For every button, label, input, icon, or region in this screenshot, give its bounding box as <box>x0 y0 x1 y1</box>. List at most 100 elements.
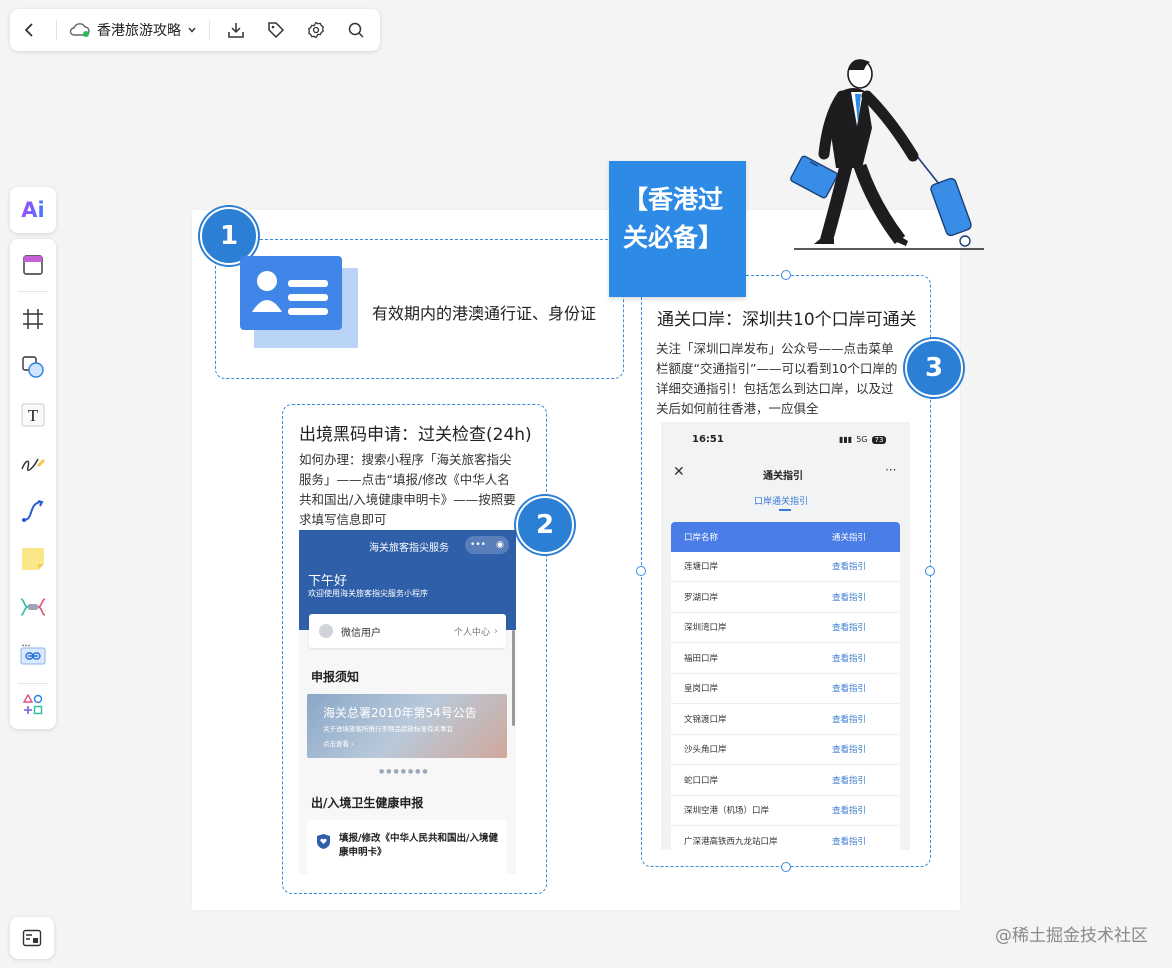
link-card-tool[interactable] <box>10 635 56 675</box>
table-row: 蛇口口岸 查看指引 <box>671 765 900 796</box>
minimap-icon <box>22 929 42 947</box>
ai-label: Ai <box>21 198 45 222</box>
view-guide-link[interactable]: 查看指引 <box>832 743 866 755</box>
top-toolbar: 香港旅游攻略 <box>10 9 380 51</box>
network-label: 5G <box>856 435 868 444</box>
view-guide-link[interactable]: 查看指引 <box>832 713 866 725</box>
search-icon <box>348 22 364 38</box>
pen-icon <box>21 458 45 471</box>
health-declaration-title: 出/入境卫生健康申报 <box>311 796 424 810</box>
customs-app-screenshot: 海关旅客指尖服务 ••• ◉ 下午好 欢迎使用海关旅客指尖服务小程序 微信用户 个… <box>299 530 516 874</box>
sticky-note-icon <box>22 548 44 570</box>
tab-indicator <box>779 509 791 511</box>
watermark: @稀土掘金技术社区 <box>995 926 1148 946</box>
banner-title-card[interactable]: 【香港过关必备】 <box>609 161 746 297</box>
table-row: 沙头角口岸 查看指引 <box>671 735 900 765</box>
link-card-icon <box>20 644 46 665</box>
tag-button[interactable] <box>256 9 296 51</box>
port-name: 莲塘口岸 <box>684 562 719 573</box>
view-guide-link[interactable]: 查看指引 <box>832 591 866 603</box>
user-card: 微信用户 个人中心 › <box>309 614 506 648</box>
more-shapes-tool[interactable] <box>10 685 56 725</box>
divider <box>18 291 48 292</box>
text-tool[interactable]: T <box>10 395 56 435</box>
resize-handle-top[interactable] <box>781 270 791 280</box>
resize-handle-right[interactable] <box>925 566 935 576</box>
signal-icon: ▮▮▮ <box>839 435 853 444</box>
text-icon: T <box>21 403 45 427</box>
battery-icon: 73 <box>871 435 887 444</box>
frame-icon <box>23 309 43 329</box>
port-name: 蛇口口岸 <box>684 775 719 786</box>
download-button[interactable] <box>216 9 256 51</box>
ports-table: 口岸名称 通关指引 莲塘口岸 查看指引 罗湖口岸 查看指引 深圳湾口岸 查看指引 福田口岸查… <box>671 522 900 850</box>
view-guide-link[interactable]: 查看指引 <box>832 774 866 786</box>
back-button[interactable] <box>10 9 50 51</box>
table-header: 口岸名称 通关指引 <box>671 522 900 552</box>
mindmap-tool[interactable] <box>10 587 56 627</box>
section-3-body: 关注「深圳口岸发布」公众号——点击菜单栏额度“交通指引”——可以看到10个口岸的… <box>656 341 898 416</box>
connector-tool[interactable] <box>10 491 56 531</box>
section-2-heading: 出境黑码申请：过关检查(24h) <box>299 425 532 445</box>
table-row: 深圳空港（机场）口岸 查看指引 <box>671 796 900 826</box>
divider <box>56 20 57 40</box>
welcome-text: 欢迎使用海关旅客指尖服务小程序 <box>308 589 428 598</box>
more-icon: ··· <box>885 463 897 477</box>
cloud-synced-icon <box>69 23 90 37</box>
view-guide-link[interactable]: 查看指引 <box>832 835 866 847</box>
template-tool[interactable] <box>10 245 56 285</box>
id-card-icon <box>240 256 358 348</box>
port-name: 文锦渡口岸 <box>684 714 727 725</box>
shape-icon <box>22 356 44 378</box>
user-avatar-icon <box>319 624 333 638</box>
fill-card-text: 填报/修改《中华人民共和国出/入境健康申明卡》 <box>339 833 498 858</box>
shield-heart-icon <box>317 834 330 849</box>
section-1-text: 有效期内的港澳通行证、身份证 <box>372 304 597 323</box>
sticky-note-tool[interactable] <box>10 539 56 579</box>
view-guide-link[interactable]: 查看指引 <box>832 621 866 633</box>
view-guide-link[interactable]: 查看指引 <box>832 560 866 572</box>
more-dots-icon: ••• <box>470 540 486 550</box>
chevron-right-icon: › <box>494 625 498 637</box>
port-name: 皇岗口岸 <box>684 684 719 695</box>
tag-icon <box>268 22 285 39</box>
table-row: 广深港高铁西九龙站口岸 查看指引 <box>671 826 900 850</box>
banner-link: 点击查看 › <box>323 740 354 748</box>
search-button[interactable] <box>336 9 376 51</box>
port-name: 沙头角口岸 <box>684 745 727 756</box>
close-icon: ✕ <box>673 464 685 480</box>
notice-title: 申报须知 <box>311 670 360 684</box>
more-shapes-icon <box>22 694 43 715</box>
table-row: 莲塘口岸 查看指引 <box>671 552 900 582</box>
download-icon <box>228 23 244 38</box>
svg-text:T: T <box>28 406 39 425</box>
table-row: 文锦渡口岸 查看指引 <box>671 704 900 735</box>
document-title-dropdown[interactable]: 香港旅游攻略 <box>63 20 203 40</box>
fill-card: 填报/修改《中华人民共和国出/入境健康申明卡》 <box>307 820 507 874</box>
table-row: 罗湖口岸 查看指引 <box>671 582 900 613</box>
page-title: 通关指引 <box>763 471 803 482</box>
minimap-button[interactable] <box>10 917 54 959</box>
capsule-menu: ••• ◉ <box>465 536 509 554</box>
frame-tool[interactable] <box>10 299 56 339</box>
settings-button[interactable] <box>296 9 336 51</box>
greeting: 下午好 <box>308 574 348 589</box>
divider <box>209 20 210 40</box>
section-2-body: 如何办理：搜索小程序「海关旅客指尖服务」——点击“填报/修改《中华人名共和国出/… <box>299 452 516 527</box>
step-badge-3: 3 <box>905 339 963 397</box>
chevron-down-icon <box>188 27 196 33</box>
left-toolbar: T <box>10 239 56 729</box>
table-row: 深圳湾口岸 查看指引 <box>671 613 900 643</box>
view-guide-link[interactable]: 查看指引 <box>832 682 866 694</box>
resize-handle-bottom[interactable] <box>781 862 791 872</box>
shape-tool[interactable] <box>10 347 56 387</box>
view-guide-link[interactable]: 查看指引 <box>832 804 866 816</box>
table-row: 皇岗口岸 查看指引 <box>671 674 900 704</box>
gear-icon <box>308 21 324 39</box>
pen-tool[interactable] <box>10 443 56 483</box>
section-3-heading: 通关口岸：深圳共10个口岸可通关 <box>657 310 917 330</box>
ai-button[interactable]: Ai <box>10 187 56 233</box>
mindmap-icon <box>20 598 46 616</box>
view-guide-link[interactable]: 查看指引 <box>832 652 866 664</box>
resize-handle-left[interactable] <box>636 566 646 576</box>
